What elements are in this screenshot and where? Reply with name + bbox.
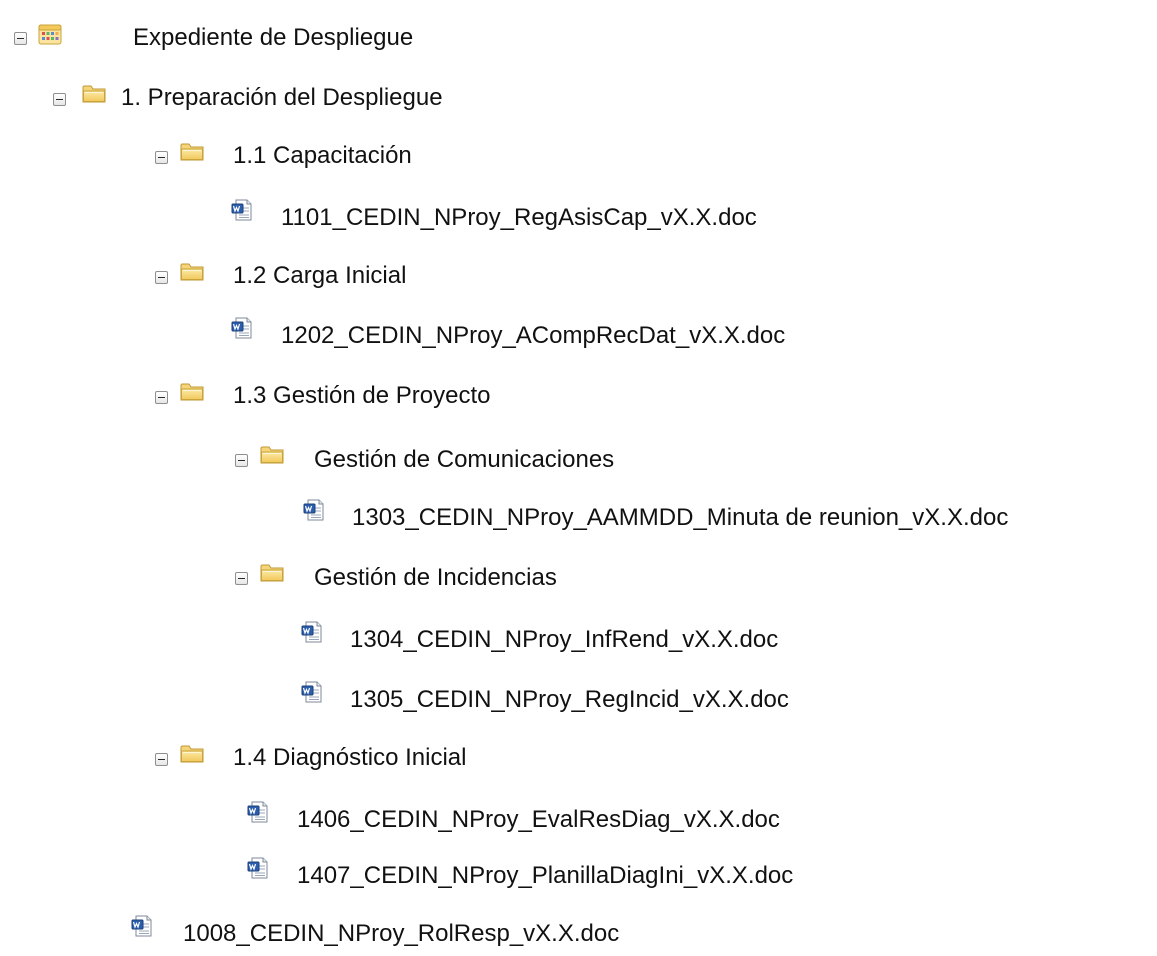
tree-node-label: 1407_CEDIN_NProy_PlanillaDiagIni_vX.X.do… [297,862,794,889]
tree-leaf-document[interactable]: 1202_CEDIN_NProy_ACompRecDat_vX.X.doc [0,316,950,356]
word-document-icon [230,316,254,340]
folder-icon [180,744,204,764]
collapse-toggle-icon[interactable] [155,753,168,766]
tree-leaf-document[interactable]: 1303_CEDIN_NProy_AAMMDD_Minuta de reunio… [0,498,1157,538]
tree-node-label: Gestión de Incidencias [314,564,557,591]
folder-icon [180,142,204,162]
tree-leaf-document[interactable]: 1407_CEDIN_NProy_PlanillaDiagIni_vX.X.do… [0,856,950,896]
collapse-toggle-icon[interactable] [235,572,248,585]
tree-node-capacitacion[interactable]: 1.1 Capacitación [0,138,600,178]
tree-node-label: 1304_CEDIN_NProy_InfRend_vX.X.doc [350,626,779,653]
tree-node-label: 1101_CEDIN_NProy_RegAsisCap_vX.X.doc [281,204,757,231]
tree-node-label: 1.2 Carga Inicial [233,262,407,289]
tree-node-label: 1406_CEDIN_NProy_EvalResDiag_vX.X.doc [297,806,780,833]
tree-leaf-document[interactable]: 1304_CEDIN_NProy_InfRend_vX.X.doc [0,620,950,660]
deployment-tree: { "tree": { "root": { "label": "Expedien… [0,0,1157,956]
collapse-toggle-icon[interactable] [155,391,168,404]
folder-icon [82,84,106,104]
tree-node-label: 1.1 Capacitación [233,142,412,169]
tree-node-label: 1. Preparación del Despliegue [121,84,443,111]
tree-node-label: 1202_CEDIN_NProy_ACompRecDat_vX.X.doc [281,322,786,349]
collapse-toggle-icon[interactable] [155,151,168,164]
collapse-toggle-icon[interactable] [235,454,248,467]
word-document-icon [300,620,324,644]
tree-node-preparacion[interactable]: 1. Preparación del Despliegue [0,80,700,120]
collapse-toggle-icon[interactable] [14,32,27,45]
tree-node-gestion-incidencias[interactable]: Gestión de Incidencias [0,560,800,600]
folder-icon [260,563,284,583]
tree-leaf-document[interactable]: 1008_CEDIN_NProy_RolResp_vX.X.doc [0,914,800,954]
tree-leaf-document[interactable]: 1101_CEDIN_NProy_RegAsisCap_vX.X.doc [0,198,900,238]
word-document-icon [300,680,324,704]
tree-node-expediente[interactable]: Expediente de Despliegue [0,20,600,60]
tree-node-diagnostico-inicial[interactable]: 1.4 Diagnóstico Inicial [0,740,700,780]
tree-node-label: Gestión de Comunicaciones [314,446,615,473]
tree-node-label: 1305_CEDIN_NProy_RegIncid_vX.X.doc [350,686,789,713]
tree-node-gestion-comunicaciones[interactable]: Gestión de Comunicaciones [0,442,800,482]
tree-node-carga-inicial[interactable]: 1.2 Carga Inicial [0,258,600,298]
tree-node-label: 1.3 Gestión de Proyecto [233,382,491,409]
collapse-toggle-icon[interactable] [53,93,66,106]
word-document-icon [302,498,326,522]
folder-icon [180,382,204,402]
word-document-icon [246,800,270,824]
tree-leaf-document[interactable]: 1305_CEDIN_NProy_RegIncid_vX.X.doc [0,680,950,720]
calendar-folder-icon [37,22,63,46]
tree-node-label: 1303_CEDIN_NProy_AAMMDD_Minuta de reunio… [352,504,1009,531]
word-document-icon [130,914,154,938]
collapse-toggle-icon[interactable] [155,271,168,284]
folder-icon [260,445,284,465]
tree-leaf-document[interactable]: 1406_CEDIN_NProy_EvalResDiag_vX.X.doc [0,800,950,840]
word-document-icon [246,856,270,880]
tree-node-gestion-proyecto[interactable]: 1.3 Gestión de Proyecto [0,378,700,418]
word-document-icon [230,198,254,222]
folder-icon [180,262,204,282]
tree-node-label: 1008_CEDIN_NProy_RolResp_vX.X.doc [183,920,620,947]
tree-node-label: 1.4 Diagnóstico Inicial [233,744,467,771]
tree-node-label: Expediente de Despliegue [133,24,414,51]
